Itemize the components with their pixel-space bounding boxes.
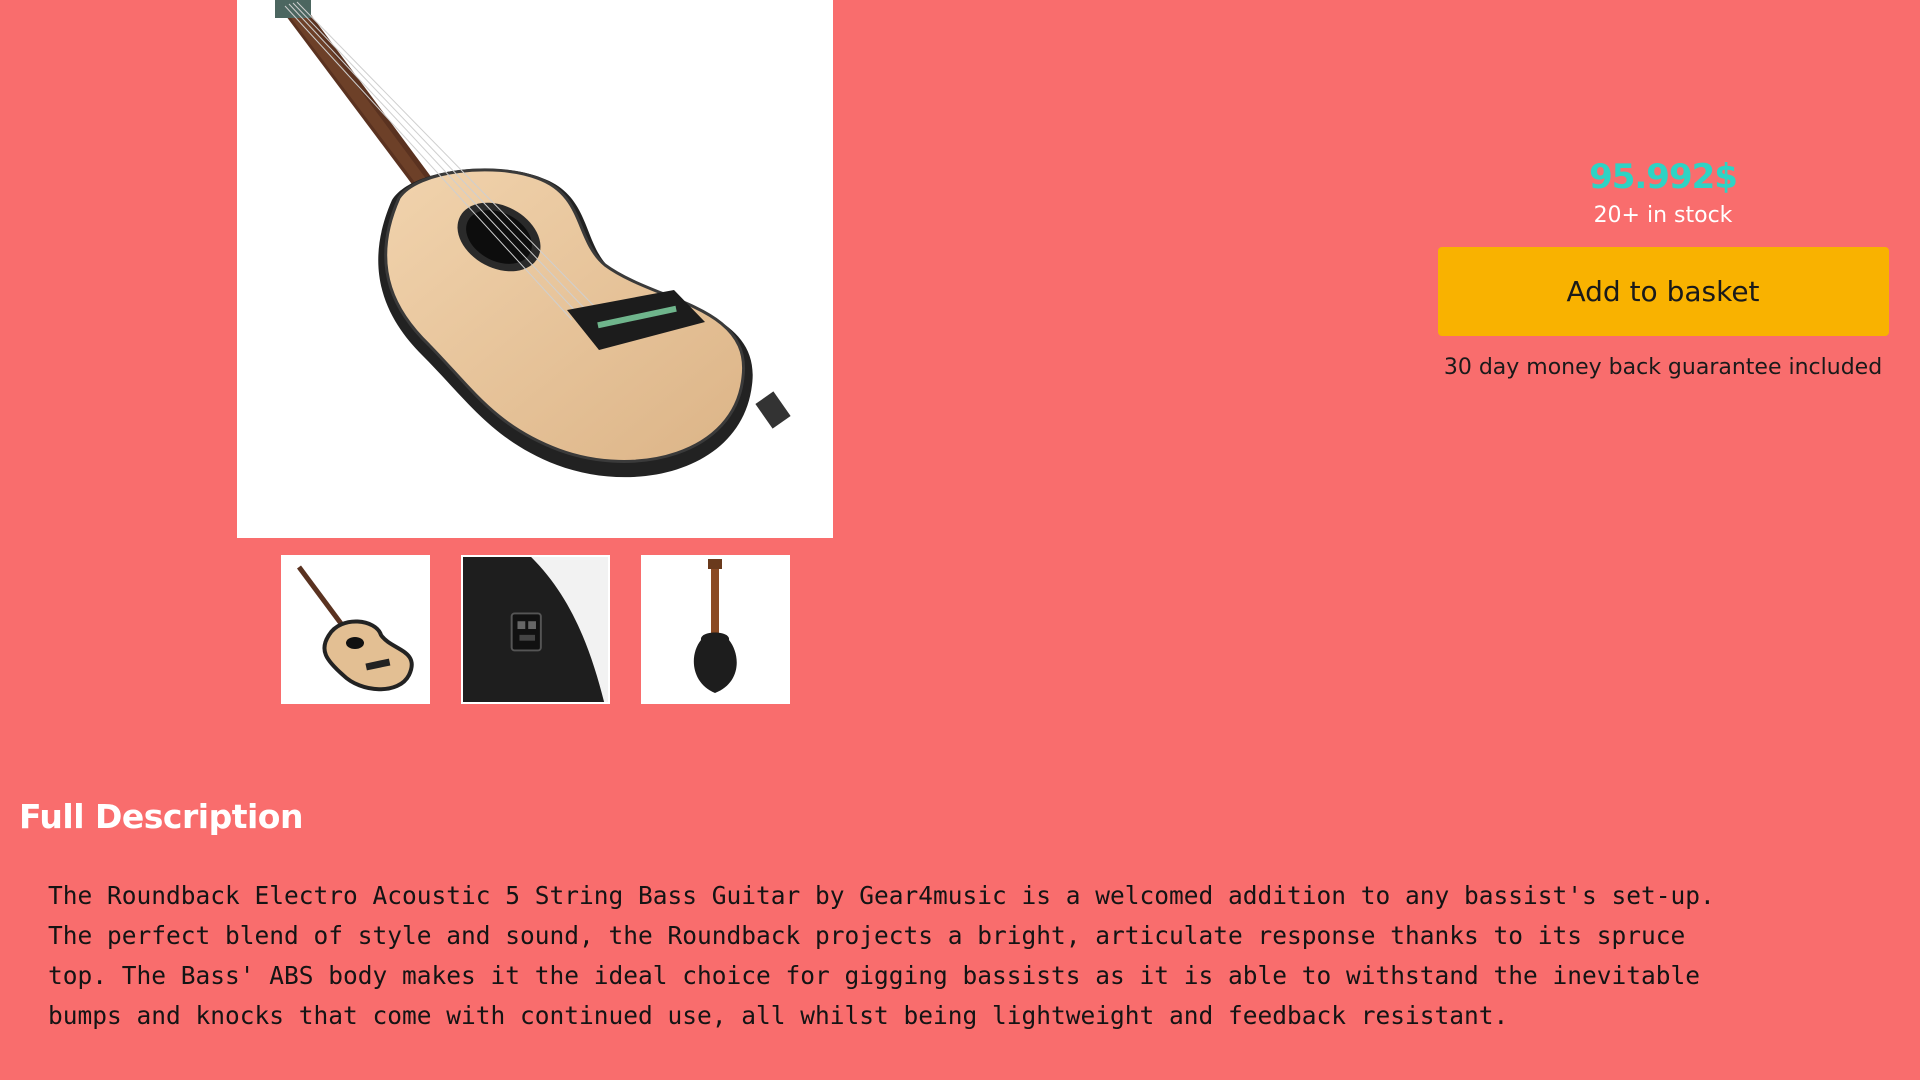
product-main-image[interactable] [237,0,833,538]
guarantee-note: 30 day money back guarantee included [1443,355,1883,380]
guitar-image [275,0,791,478]
description-line: top. The Bass' ABS body makes it the ide… [48,961,1701,990]
description-line: bumps and knocks that come with continue… [48,1001,1509,1030]
thumbnail-back[interactable] [641,555,790,704]
thumbnail-preamp[interactable] [461,555,610,704]
description-heading: Full Description [19,797,303,836]
guitar-front-thumbnail-icon [296,565,414,692]
buy-box: 95.992$ 20+ in stock Add to basket 30 da… [1420,150,1906,380]
thumbnail-front[interactable] [281,555,430,704]
product-price: 95.992$ [1589,157,1738,197]
description-text: The Roundback Electro Acoustic 5 String … [48,876,1868,1036]
stock-status: 20+ in stock [1593,203,1733,228]
guitar-back-thumbnail-icon [693,559,737,693]
guitar-preamp-closeup-thumbnail-icon [510,557,608,702]
thumbnail-strip [281,555,790,704]
add-to-basket-button[interactable]: Add to basket [1437,247,1889,336]
description-line: The Roundback Electro Acoustic 5 String … [48,881,1715,910]
description-line: The perfect blend of style and sound, th… [48,921,1686,950]
